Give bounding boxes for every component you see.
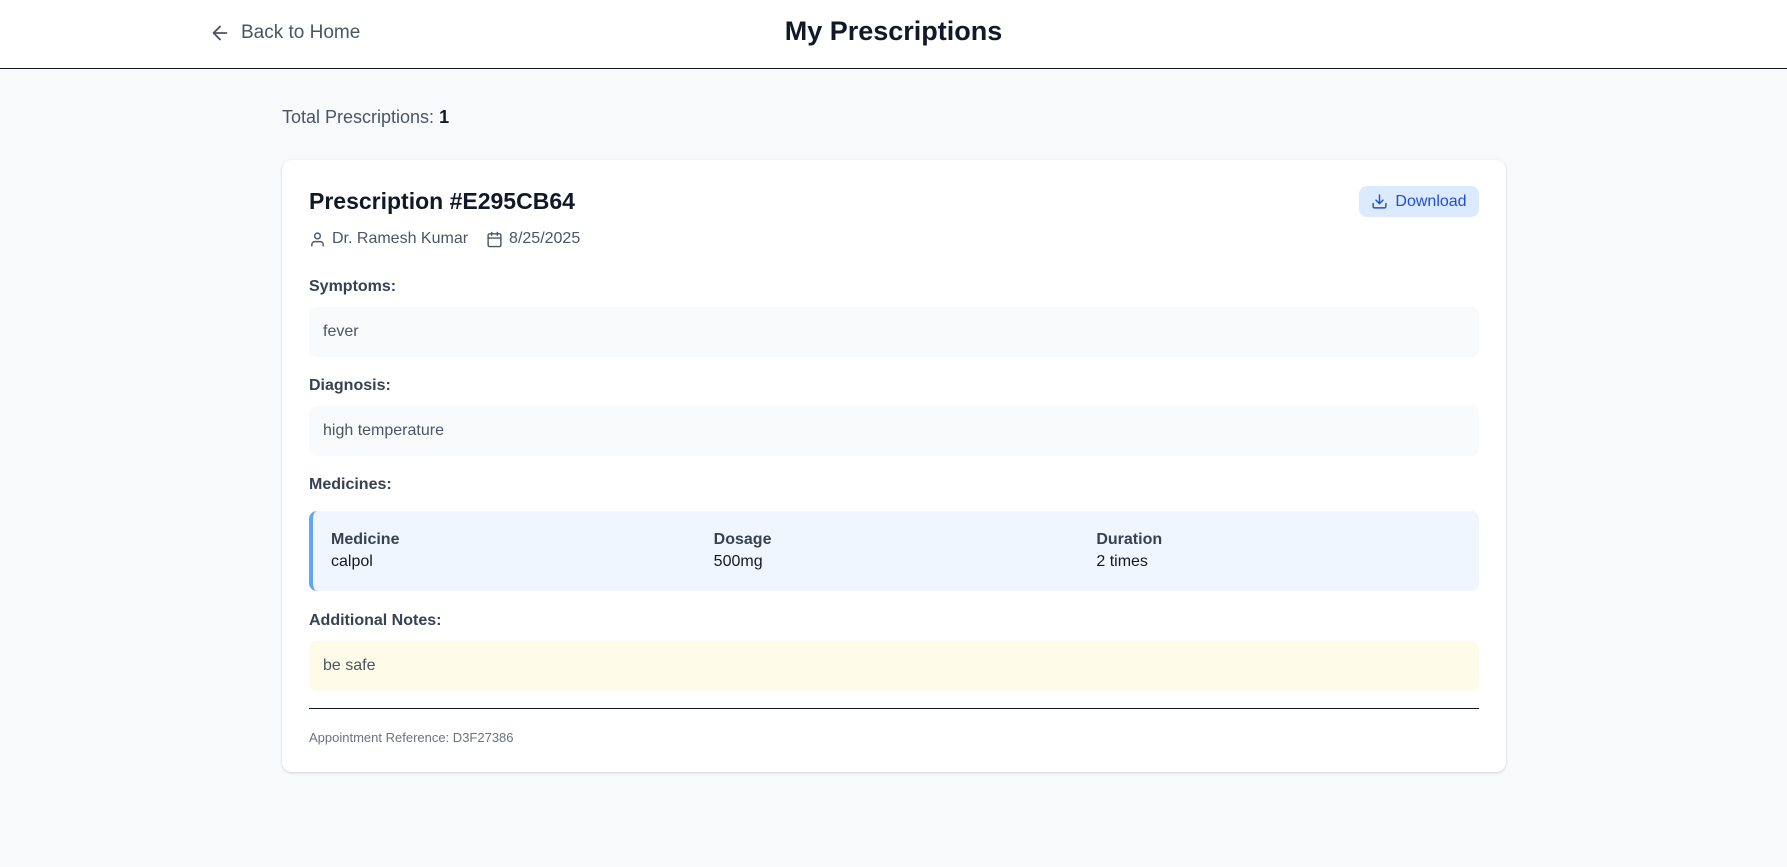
symptoms-box: fever (309, 307, 1479, 357)
medicine-name: calpol (331, 553, 373, 570)
date-info: 8/25/2025 (486, 230, 580, 248)
page-header: Back to Home My Prescriptions (0, 0, 1787, 69)
total-prescriptions-label: Total Prescriptions: (282, 107, 435, 127)
prescription-card: Prescription #E295CB64 Download Dr. Rame… (282, 160, 1506, 772)
total-prescriptions: Total Prescriptions: 1 (282, 107, 449, 128)
total-prescriptions-count: 1 (439, 107, 450, 127)
prescription-date: 8/25/2025 (509, 230, 581, 247)
card-divider (309, 708, 1479, 709)
user-icon (311, 231, 324, 247)
duration-header: Duration (1096, 531, 1163, 548)
download-button-label: Download (1395, 192, 1467, 210)
notes-label: Additional Notes: (309, 612, 442, 629)
download-icon (1372, 194, 1388, 209)
doctor-name: Dr. Ramesh Kumar (332, 230, 469, 247)
diagnosis-box: high temperature (309, 406, 1479, 456)
medicine-duration: 2 times (1096, 553, 1148, 570)
symptoms-label: Symptoms: (309, 278, 397, 295)
prescription-meta: Dr. Ramesh Kumar 8/25/2025 (309, 228, 580, 250)
dosage-header: Dosage (713, 531, 772, 548)
download-button[interactable]: Download (1359, 186, 1479, 217)
appointment-reference: Appointment Reference: D3F27386 (309, 730, 514, 745)
medicine-header: Medicine (331, 531, 400, 548)
diagnosis-label: Diagnosis: (309, 377, 391, 394)
duration-column: Duration 2 times (1096, 529, 1479, 591)
prescription-title: Prescription #E295CB64 (309, 188, 575, 214)
medicine-column: Medicine calpol (331, 529, 714, 591)
medicine-item: Medicine calpol Dosage 500mg Duration 2 … (309, 511, 1479, 591)
page-title: My Prescriptions (784, 16, 1003, 46)
medicines-label: Medicines: (309, 476, 392, 493)
dosage-column: Dosage 500mg (714, 529, 1097, 591)
notes-box: be safe (309, 641, 1479, 691)
doctor-info: Dr. Ramesh Kumar (309, 230, 468, 248)
medicine-dosage: 500mg (713, 553, 763, 570)
calendar-icon (487, 231, 502, 247)
